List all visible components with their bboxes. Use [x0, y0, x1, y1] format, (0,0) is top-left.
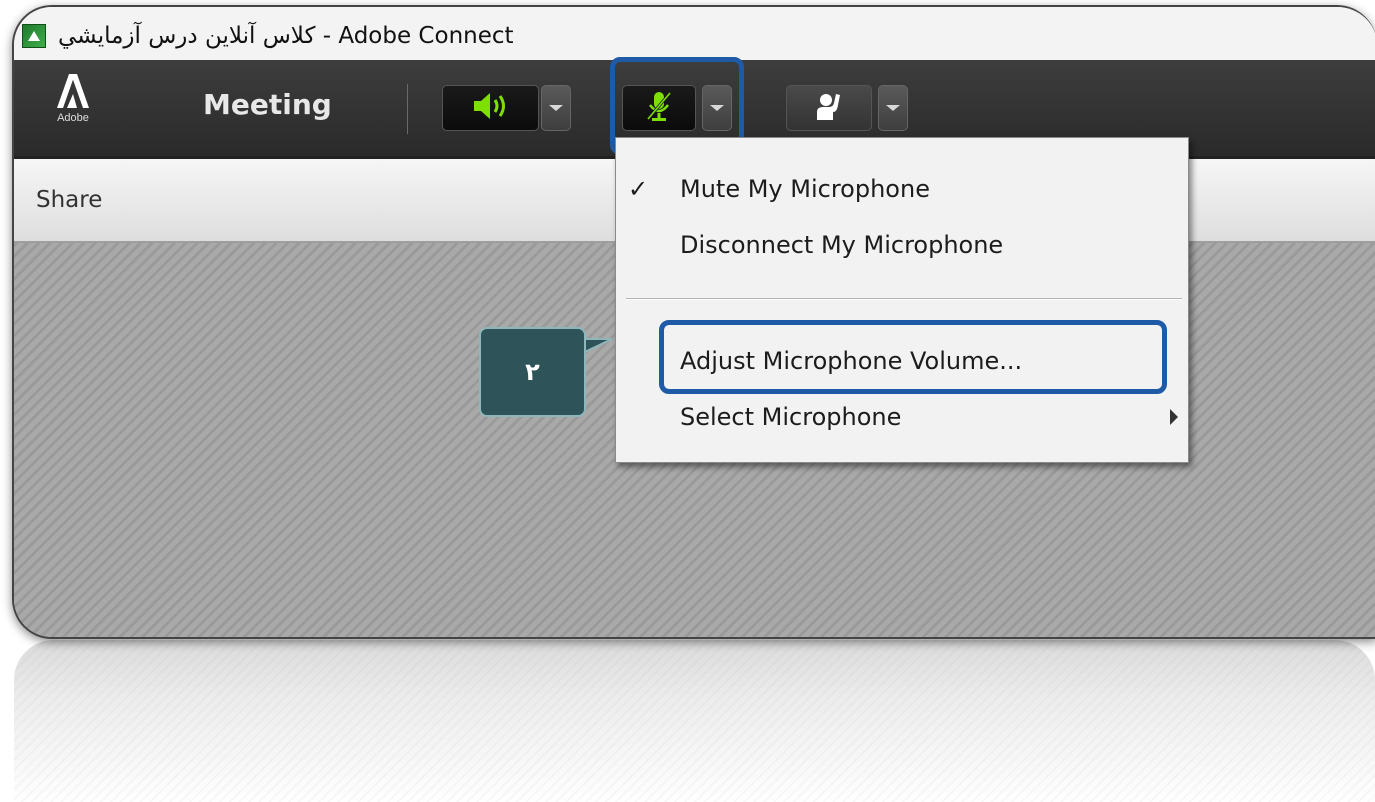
window-reflection [14, 640, 1375, 802]
speaker-volume-icon [472, 91, 510, 125]
title-bar: كلاس آنلاين درس آزمايشي - Adobe Connect [14, 7, 1375, 60]
submenu-arrow-icon [1170, 409, 1178, 425]
meeting-menu[interactable]: Meeting [203, 88, 332, 121]
adobe-logo: Adobe [48, 72, 98, 144]
menu-item-mute-microphone[interactable]: ✓ Mute My Microphone [616, 164, 1188, 214]
menu-separator [626, 298, 1182, 300]
speaker-dropdown-button[interactable] [541, 85, 571, 131]
menu-item-label: Select Microphone [680, 403, 902, 431]
step-number: ۲ [525, 358, 540, 386]
menu-item-disconnect-microphone[interactable]: Disconnect My Microphone [616, 220, 1188, 270]
menu-item-label: Mute My Microphone [680, 175, 930, 203]
raise-hand-dropdown-button[interactable] [878, 85, 908, 131]
microphone-menu: ✓ Mute My Microphone Disconnect My Micro… [615, 137, 1189, 463]
adobe-connect-window: كلاس آنلاين درس آزمايشي - Adobe Connect … [12, 5, 1375, 639]
pod-title: Share [36, 187, 103, 213]
window-title: كلاس آنلاين درس آزمايشي - Adobe Connect [58, 22, 514, 49]
chevron-down-icon [549, 105, 563, 111]
raise-hand-button[interactable] [786, 85, 872, 131]
menu-item-select-microphone[interactable]: Select Microphone [616, 392, 1188, 442]
adobe-logo-label: Adobe [57, 112, 89, 124]
adjust-volume-highlight-box [659, 320, 1167, 394]
step-callout-badge: ۲ [479, 327, 586, 417]
app-icon [22, 23, 46, 48]
raise-hand-icon [813, 90, 845, 126]
menu-item-label: Disconnect My Microphone [680, 231, 1004, 259]
checkmark-icon: ✓ [628, 175, 649, 203]
chevron-down-icon [886, 105, 900, 111]
speaker-button[interactable] [442, 85, 539, 131]
toolbar-separator [407, 84, 408, 134]
